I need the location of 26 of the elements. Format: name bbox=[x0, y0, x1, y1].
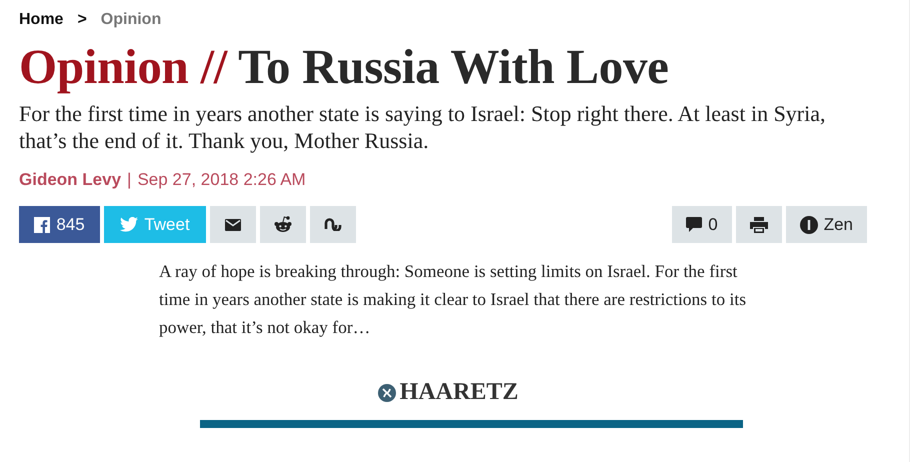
speech-bubble-icon bbox=[686, 217, 702, 232]
stumbleupon-share-button[interactable] bbox=[310, 206, 356, 243]
reddit-share-button[interactable] bbox=[260, 206, 306, 243]
headline: Opinion // To Russia With Love bbox=[19, 42, 670, 92]
logo-wordmark: HAARETZ bbox=[400, 379, 518, 406]
author-link[interactable]: Gideon Levy bbox=[19, 170, 122, 190]
printer-icon bbox=[750, 216, 768, 232]
facebook-share-button[interactable]: 845 bbox=[19, 206, 100, 243]
breadcrumb-link[interactable]: Opinion bbox=[100, 11, 162, 29]
circle-icon bbox=[800, 216, 818, 234]
zen-button[interactable]: Zen bbox=[786, 206, 867, 243]
comments-button[interactable]: 0 bbox=[672, 206, 732, 243]
email-share-button[interactable] bbox=[210, 206, 256, 243]
print-button[interactable] bbox=[736, 206, 782, 243]
breadcrumb-link[interactable]: Home bbox=[19, 11, 64, 29]
logo-icon bbox=[378, 384, 396, 402]
bird-icon bbox=[120, 217, 138, 232]
alien-icon bbox=[274, 216, 292, 233]
publish-date: Sep 27, 2018 2:26 AM bbox=[137, 170, 306, 190]
breadcrumb-separator: > bbox=[77, 11, 87, 29]
byline-separator: | bbox=[127, 170, 132, 190]
article-excerpt: A ray of hope is breaking through: Someone is setting limits on Israel. For the first time in years another state is making it clear to Israel that there are restrictions to its power, that it’s not okay for… bbox=[159, 260, 748, 339]
subtitle: For the first time in years another state is saying to Israel: Stop right there. At least in Syria, that’s the end of it. Thank you, Mother Russia. bbox=[19, 100, 827, 154]
facebook-icon bbox=[34, 216, 50, 232]
stumbleupon-icon bbox=[324, 218, 342, 231]
envelope-icon bbox=[225, 218, 241, 230]
